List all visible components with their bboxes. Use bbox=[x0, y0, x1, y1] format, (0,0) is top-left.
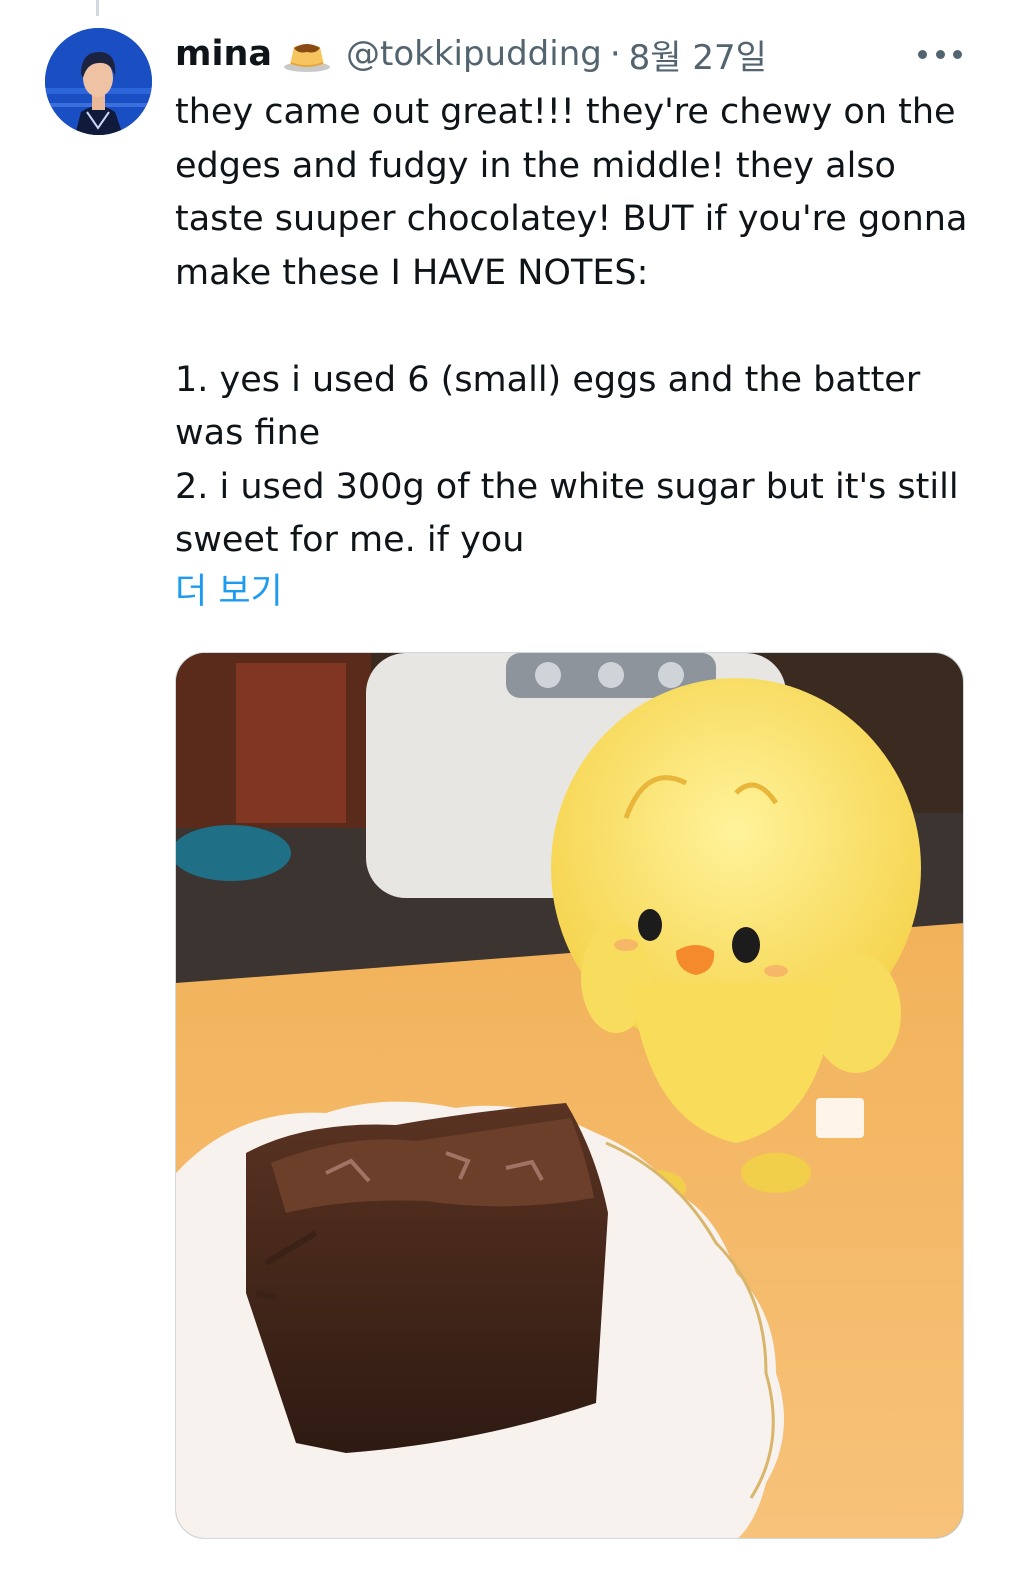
avatar[interactable] bbox=[45, 28, 152, 135]
tweet-text: they came out great!!! they're chewy on … bbox=[175, 86, 975, 568]
more-options-button[interactable] bbox=[918, 40, 962, 68]
thread-connector-line bbox=[96, 0, 99, 16]
more-dot-3 bbox=[953, 49, 962, 59]
tweet-note-2: 2. i used 300g of the white sugar but it… bbox=[175, 466, 959, 561]
tweet-header: mina @tokkipudding · 8월 27일 bbox=[175, 30, 964, 78]
profile-avatar-icon bbox=[45, 28, 152, 135]
more-dots-icon bbox=[918, 49, 927, 59]
tweet-paragraph: they came out great!!! they're chewy on … bbox=[175, 92, 968, 293]
tweet-photo[interactable] bbox=[175, 652, 964, 1539]
more-dot-2 bbox=[935, 49, 945, 59]
brownie-photo-image bbox=[176, 653, 963, 1538]
custard-pudding-emoji-icon bbox=[282, 34, 332, 74]
tweet-date[interactable]: 8월 27일 bbox=[629, 30, 767, 79]
show-more-link[interactable]: 더 보기 bbox=[175, 566, 283, 619]
display-name[interactable]: mina bbox=[175, 34, 272, 74]
header-separator: · bbox=[609, 34, 621, 74]
tweet-note-1: 1. yes i used 6 (small) eggs and the bat… bbox=[175, 359, 921, 454]
user-handle[interactable]: @tokkipudding bbox=[346, 34, 602, 74]
